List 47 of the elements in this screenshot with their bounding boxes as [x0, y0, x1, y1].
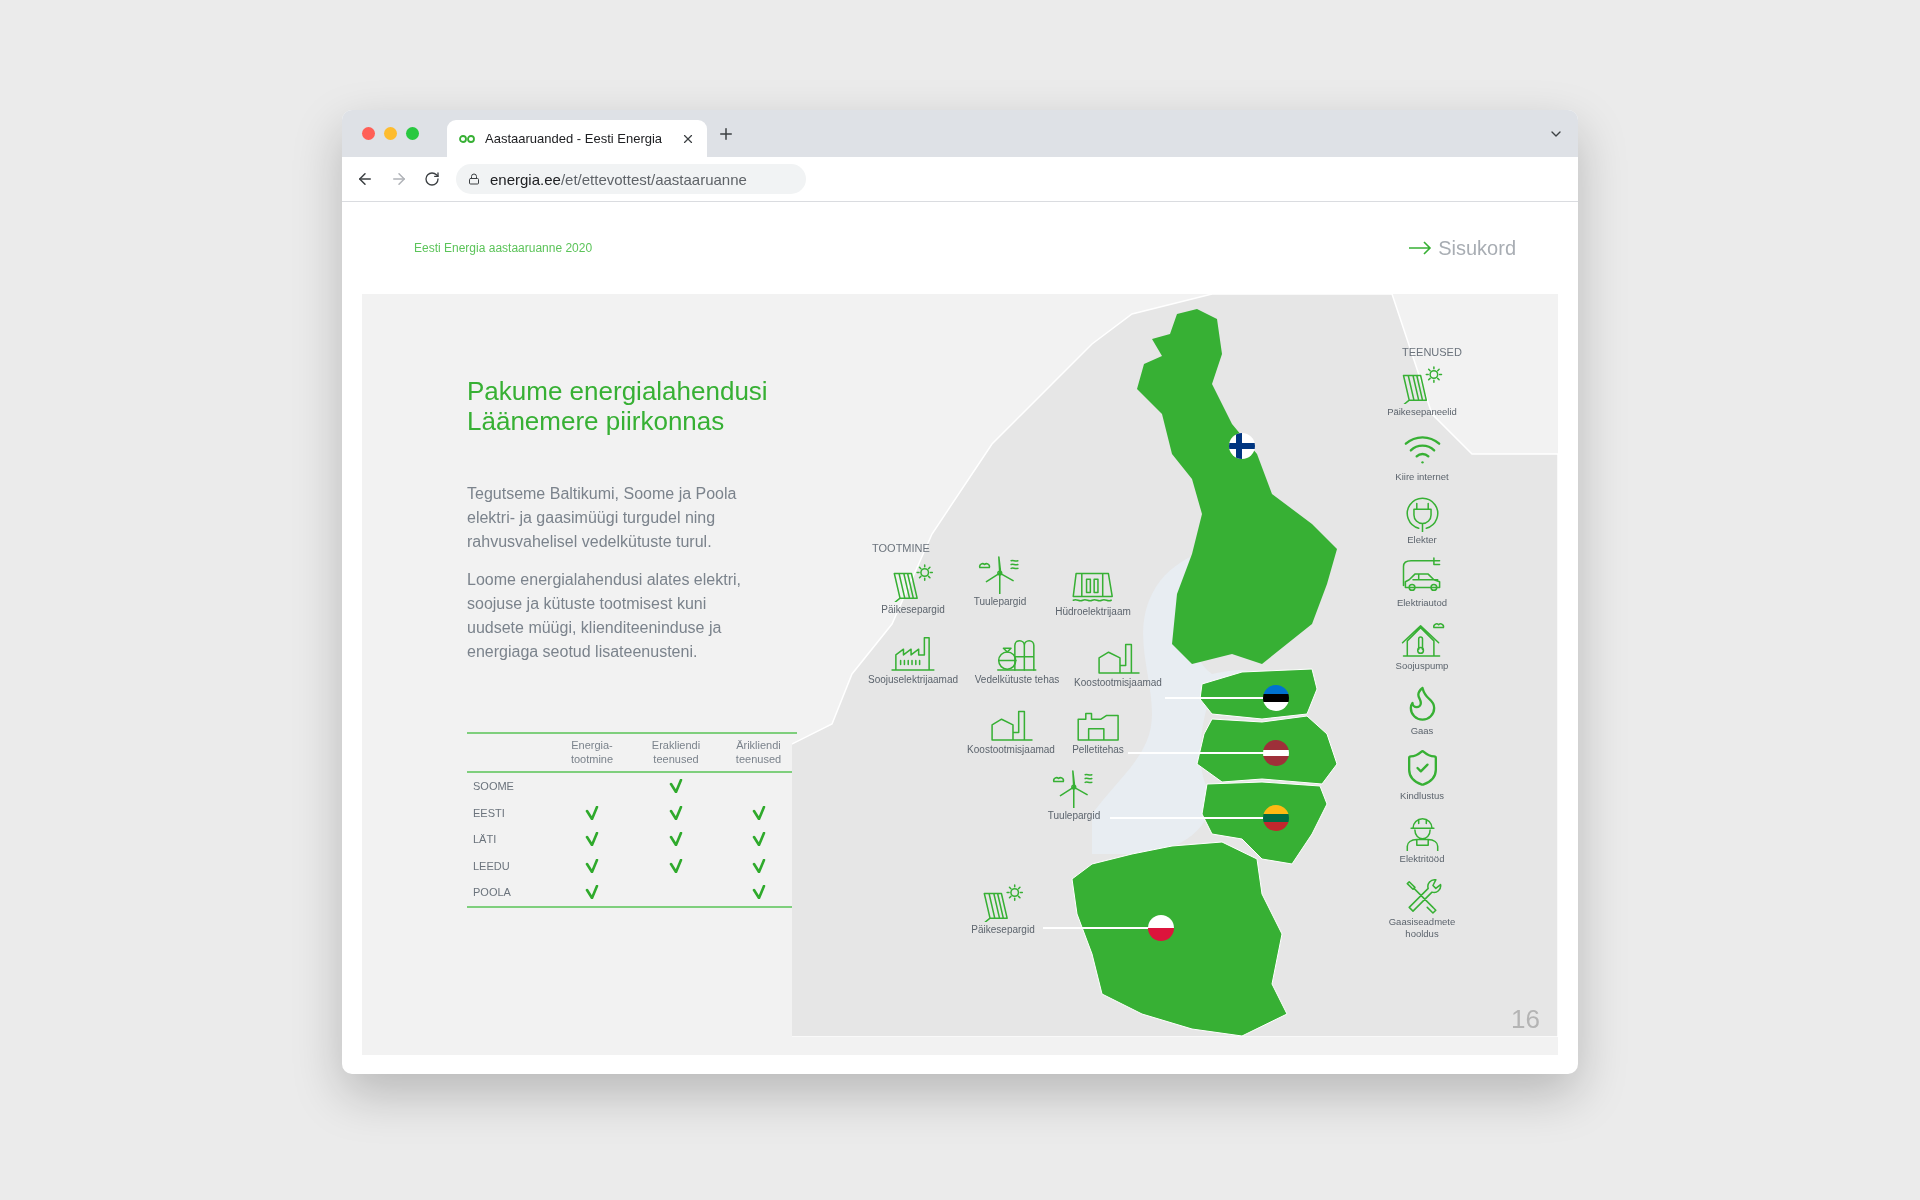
address-field[interactable]: energia.ee/et/ettevottest/aastaaruanne	[456, 164, 806, 194]
icon-label: Elektritööd	[1398, 853, 1446, 865]
section-title: TOOTMINE	[872, 542, 930, 554]
icon-label: Päikesepargid	[881, 604, 945, 615]
back-icon[interactable]	[356, 170, 374, 188]
table-cell-text: LÄTI	[472, 832, 498, 848]
icon-label: Vedelkütuste tehas	[974, 674, 1060, 685]
browser-tab[interactable]: Aastaaruanded - Eesti Energia	[447, 120, 707, 157]
paragraph: Loome energialahendusi alates elektri, soojuse ja kütuste tootmisest kuni uudsete müügi, klienditeeninduse ja energiaga seotud lisateenusteni.	[467, 570, 742, 662]
icon-label: Elekter	[1406, 534, 1438, 546]
icon-label: Tuulepargid	[973, 596, 1027, 607]
icon-label: Pelletitehas	[1072, 744, 1124, 755]
icon-label: Gaasiseadmete hooldus	[1387, 916, 1457, 940]
table-cell-text: SOOME	[472, 779, 515, 795]
flag-icon	[1148, 915, 1174, 941]
icon-label: Koostootmisjaamad	[1074, 677, 1162, 688]
paragraph: Tegutseme Baltikumi, Soome ja Poola elektri- ja gaasimüügi turgudel ning rahvusvahelisel vedelkütuste turul.	[467, 484, 738, 552]
house-thermometer-icon	[1399, 620, 1445, 658]
icon-label: Päikesepargid	[971, 924, 1035, 935]
arrow-right-icon	[1408, 241, 1433, 255]
report-title: Eesti Energia aastaaruanne 2020	[414, 241, 593, 255]
table-cell-text: LEEDU	[472, 858, 511, 874]
icon-label: Gaas	[1409, 725, 1435, 737]
tab-title: Aastaaruanded - Eesti Energia	[485, 131, 664, 146]
factory-icon	[890, 634, 936, 672]
icon-label: Elektriautod	[1395, 597, 1449, 609]
logo-icon	[459, 133, 475, 144]
column-header: Erakliendi teenused	[632, 734, 720, 773]
table-cell-text: POOLA	[472, 885, 512, 901]
lock-icon	[468, 173, 480, 185]
column-header: Energia-tootmine	[552, 734, 632, 773]
flag-icon	[1263, 805, 1289, 831]
reload-icon[interactable]	[424, 171, 440, 187]
section-title: TEENUSED	[1402, 346, 1462, 358]
icon-label: Hüdroelektrijaam	[1055, 606, 1131, 617]
page-heading: Pakume energialahendusi Läänemere piirkonnas	[467, 376, 769, 436]
flag-icon	[1263, 740, 1289, 766]
icon-label: Tuulepargid	[1047, 810, 1101, 821]
icon-label: Kindlustus	[1399, 790, 1445, 802]
icon-label: Soojuselektrijaamad	[867, 674, 959, 685]
table-cell-text: EESTI	[472, 805, 506, 821]
icon-label: Kiire internet	[1394, 471, 1450, 483]
icon-label: Päikesepaneelid	[1386, 406, 1458, 418]
icon-label: Koostootmisjaamad	[967, 744, 1055, 755]
icon-label: Soojuspump	[1394, 660, 1450, 672]
close-window-button[interactable]	[362, 127, 375, 140]
flag-icon	[1263, 685, 1289, 711]
